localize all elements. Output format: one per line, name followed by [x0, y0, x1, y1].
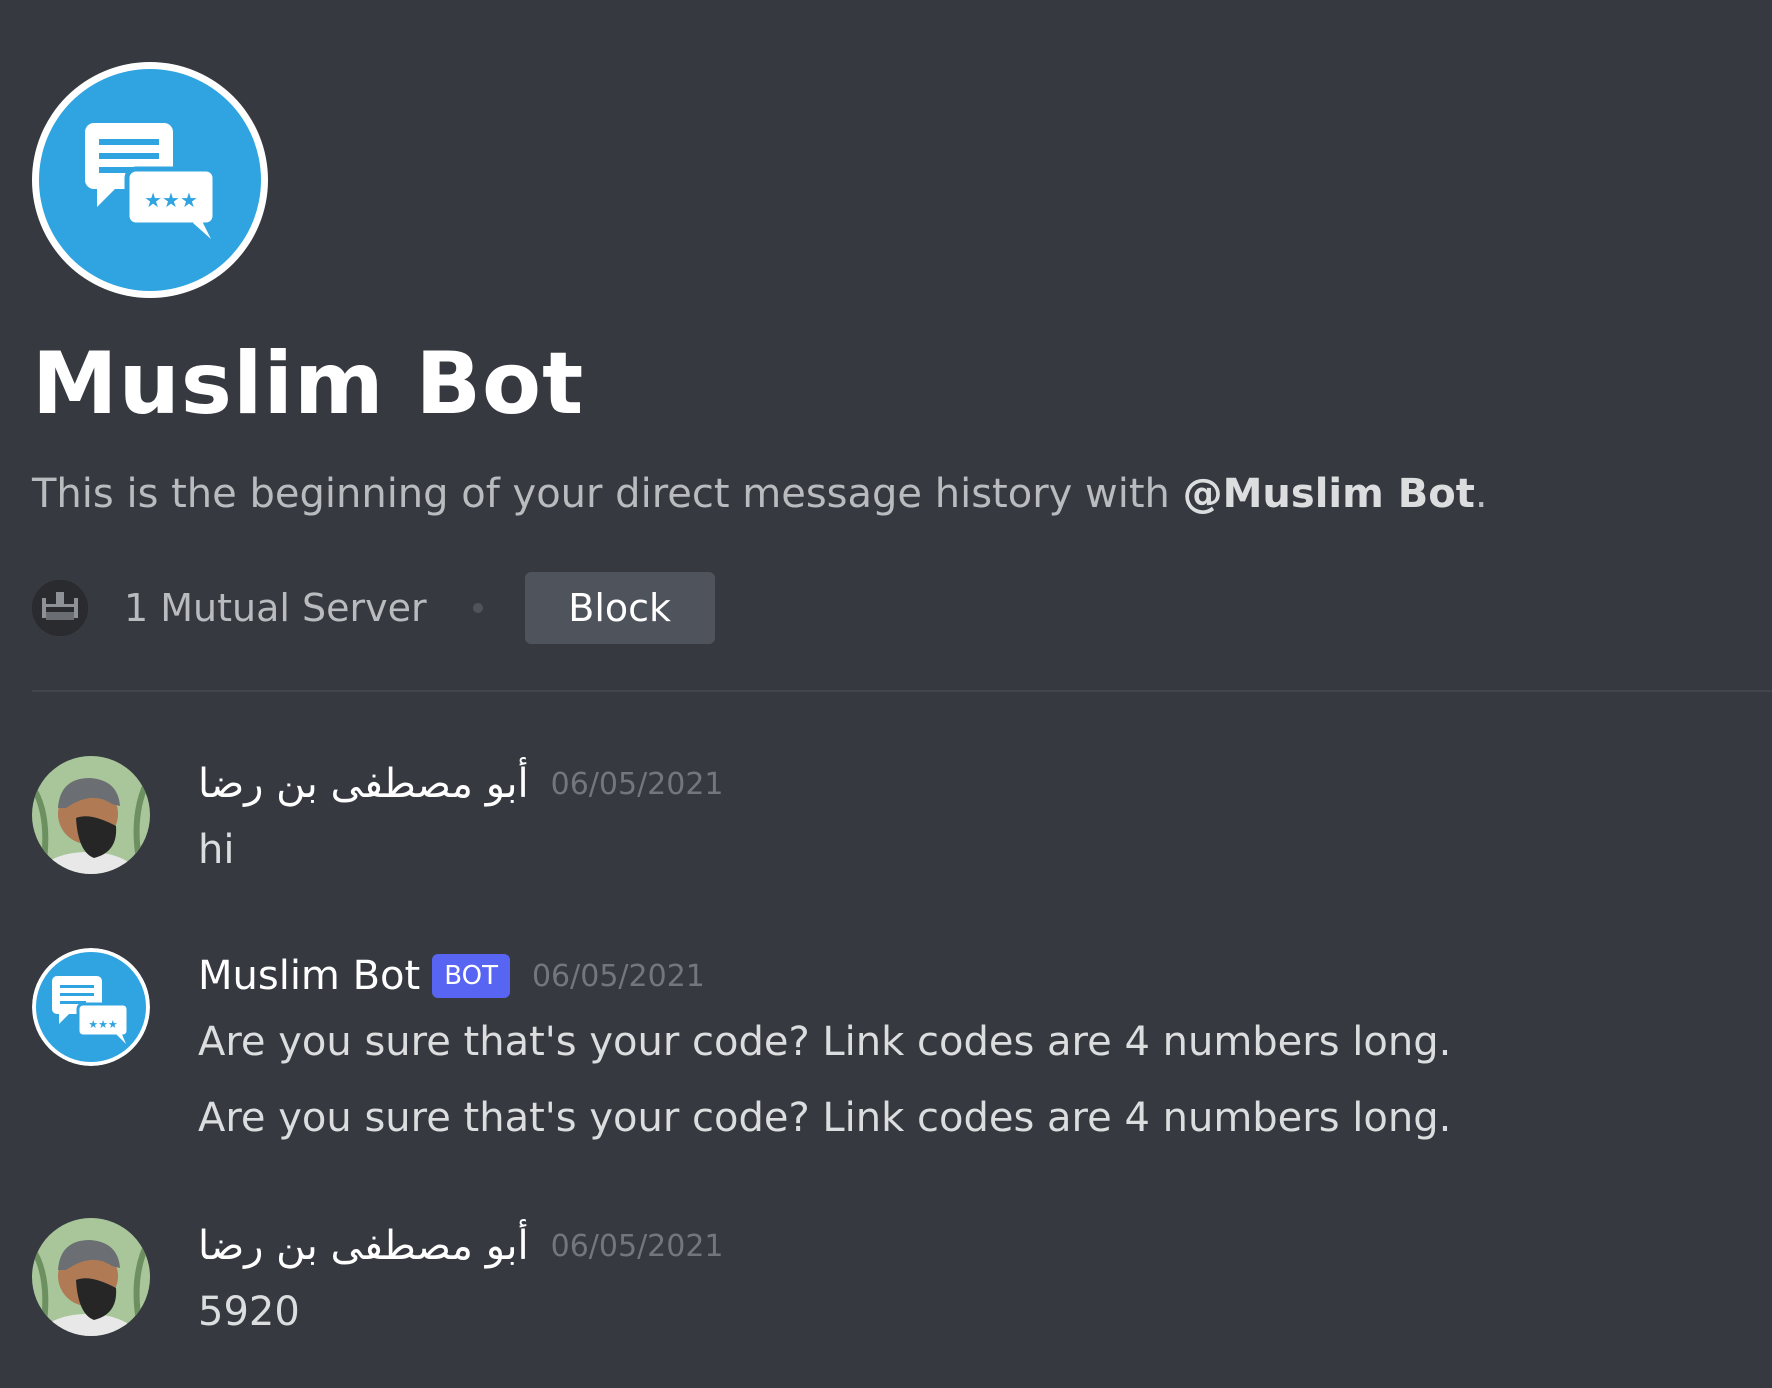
message-body: Muslim Bot BOT 06/05/2021 Are you sure t… [198, 948, 1718, 1156]
message-author[interactable]: أبو مصطفى بن رضا [198, 761, 529, 807]
chat-bubbles-icon: ★★★ [32, 948, 150, 1066]
intro-suffix: . [1474, 471, 1488, 517]
divider [32, 690, 1772, 692]
message-timestamp[interactable]: 06/05/2021 [551, 1229, 724, 1264]
user-avatar-image [32, 1218, 150, 1336]
separator-dot [472, 603, 483, 613]
message-timestamp[interactable]: 06/05/2021 [532, 959, 705, 994]
message-header: أبو مصطفى بن رضا 06/05/2021 [198, 1218, 1718, 1274]
bot-avatar[interactable]: ★★★ [32, 948, 150, 1066]
message-text: Are you sure that's your code? Link code… [198, 1019, 1452, 1065]
message-item: أبو مصطفى بن رضا 06/05/2021 hi [32, 756, 1732, 876]
profile-avatar[interactable]: ★★★ [32, 62, 268, 298]
message-body: أبو مصطفى بن رضا 06/05/2021 hi [198, 756, 1718, 888]
profile-name: Muslim Bot [32, 334, 585, 434]
dm-header: ★★★ Muslim Bot This is the beginning of … [32, 62, 1752, 522]
message-header: Muslim Bot BOT 06/05/2021 [198, 948, 1718, 1004]
server-emblem-icon [32, 580, 88, 636]
message-author[interactable]: أبو مصطفى بن رضا [198, 1223, 529, 1269]
message-text: 5920 [198, 1289, 300, 1335]
user-avatar-image [32, 756, 150, 874]
intro-prefix: This is the beginning of your direct mes… [32, 471, 1183, 517]
message-item: أبو مصطفى بن رضا 06/05/2021 5920 [32, 1218, 1732, 1338]
intro-mention[interactable]: @Muslim Bot [1183, 471, 1475, 517]
mutual-server-count[interactable]: 1 Mutual Server [124, 586, 427, 630]
user-avatar[interactable] [32, 1218, 150, 1336]
message-text: Are you sure that's your code? Link code… [198, 1095, 1452, 1141]
message-author[interactable]: Muslim Bot [198, 953, 420, 999]
svg-text:★★★: ★★★ [144, 188, 198, 212]
message-item: ★★★ Muslim Bot BOT 06/05/2021 Are you su… [32, 948, 1732, 1148]
message-timestamp[interactable]: 06/05/2021 [551, 767, 724, 802]
message-body: أبو مصطفى بن رضا 06/05/2021 5920 [198, 1218, 1718, 1350]
user-avatar[interactable] [32, 756, 150, 874]
mutual-servers-row: 1 Mutual Server Block [32, 572, 715, 644]
block-button[interactable]: Block [524, 572, 715, 644]
server-icon[interactable] [32, 580, 88, 636]
dm-intro-text: This is the beginning of your direct mes… [32, 466, 1752, 522]
message-header: أبو مصطفى بن رضا 06/05/2021 [198, 756, 1718, 812]
bot-badge: BOT [432, 954, 510, 998]
svg-text:★★★: ★★★ [88, 1018, 118, 1031]
message-text: hi [198, 827, 235, 873]
chat-bubbles-icon: ★★★ [85, 123, 218, 239]
